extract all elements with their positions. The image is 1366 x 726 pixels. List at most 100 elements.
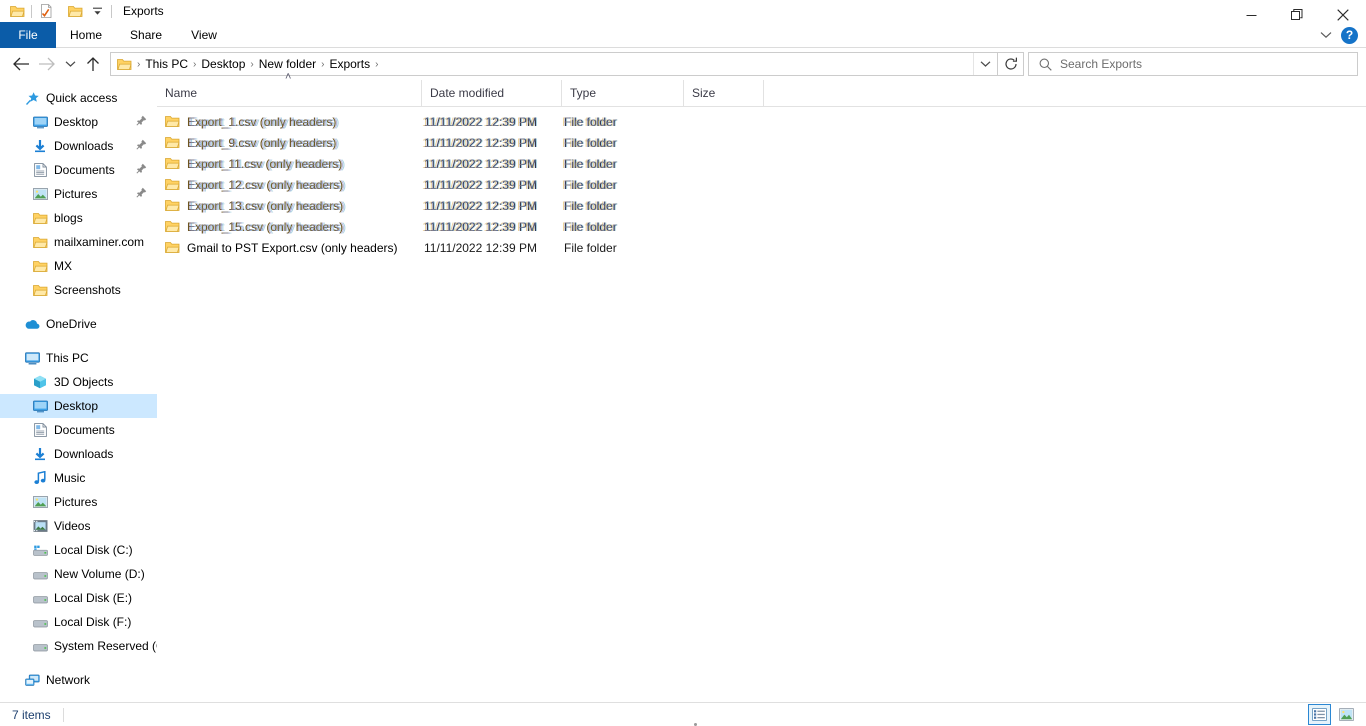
file-name-cell[interactable]: Export_1.csv (only headers) (157, 114, 422, 130)
tab-file[interactable]: File (0, 22, 56, 48)
sidebar-item-desktop-qa[interactable]: Desktop (0, 110, 157, 134)
sidebar-item-label: Pictures (54, 187, 98, 201)
back-button[interactable] (8, 51, 34, 77)
sidebar-item-documents-qa[interactable]: Documents (0, 158, 157, 182)
table-row[interactable]: Export_12.csv (only headers) 11/11/2022 … (157, 174, 1366, 195)
pin-icon[interactable] (136, 163, 148, 175)
desktop-icon (32, 114, 48, 130)
sidebar-item-local-disk-c[interactable]: Local Disk (C:) (0, 538, 157, 562)
table-row[interactable]: Export_15.csv (only headers) 11/11/2022 … (157, 216, 1366, 237)
file-name-label: Export_11.csv (only headers) (187, 157, 344, 172)
sidebar-item-mx[interactable]: MX (0, 254, 157, 278)
column-header-size[interactable]: Size (684, 80, 764, 106)
new-folder-icon[interactable] (64, 1, 86, 21)
large-icons-view-button[interactable] (1335, 704, 1358, 725)
folder-icon[interactable] (6, 1, 28, 21)
details-view-button[interactable] (1308, 704, 1331, 725)
file-name-cell[interactable]: Export_11.csv (only headers) (157, 156, 422, 172)
column-header-date-modified[interactable]: Date modified (422, 80, 562, 106)
folder-icon (165, 177, 181, 193)
pin-icon[interactable] (136, 187, 148, 199)
table-row[interactable]: Export_13.csv (only headers) 11/11/2022 … (157, 195, 1366, 216)
file-type-cell: File folder (562, 199, 684, 213)
sidebar-group-network[interactable]: Network (0, 668, 157, 692)
column-header-row: Name ˄ Date modified Type Size (157, 72, 1366, 107)
recent-locations-icon[interactable] (60, 51, 80, 77)
folder-icon (165, 198, 181, 214)
breadcrumb-separator-4[interactable]: › (374, 59, 379, 70)
sidebar-item-label: mailxaminer.com (54, 235, 145, 249)
sidebar-item-new-volume-d[interactable]: New Volume (D:) (0, 562, 157, 586)
file-name-cell[interactable]: Export_12.csv (only headers) (157, 177, 422, 193)
file-name-cell[interactable]: Gmail to PST Export.csv (only headers) (157, 240, 422, 256)
address-input[interactable]: › This PC › Desktop › New folder › Expor… (110, 52, 998, 76)
sidebar-item-blogs[interactable]: blogs (0, 206, 157, 230)
sidebar-item-pictures-qa[interactable]: Pictures (0, 182, 157, 206)
file-date-cell: 11/11/2022 12:39 PM (422, 136, 562, 150)
quick-access-toolbar (0, 0, 115, 22)
sidebar-item-local-disk-e[interactable]: Local Disk (E:) (0, 586, 157, 610)
search-box[interactable]: Search Exports (1028, 52, 1358, 76)
breadcrumb-item-exports[interactable]: Exports (325, 57, 374, 71)
tab-view[interactable]: View (176, 22, 232, 48)
breadcrumb-item-desktop[interactable]: Desktop (197, 57, 249, 71)
up-button[interactable] (80, 51, 106, 77)
pin-icon[interactable] (136, 139, 148, 151)
address-dropdown-icon[interactable] (973, 53, 997, 75)
sidebar-item-label: Pictures (54, 495, 98, 509)
properties-icon[interactable] (35, 1, 57, 21)
breadcrumb-item-new-folder[interactable]: New folder (255, 57, 320, 71)
sidebar-item-3d-objects[interactable]: 3D Objects (0, 370, 157, 394)
downloads-icon (32, 446, 48, 462)
chevron-down-icon[interactable] (1315, 24, 1337, 46)
table-row[interactable]: Gmail to PST Export.csv (only headers) 1… (157, 237, 1366, 258)
sidebar-item-screenshots[interactable]: Screenshots (0, 278, 157, 302)
sidebar-item-music[interactable]: Music (0, 466, 157, 490)
tab-share[interactable]: Share (116, 22, 176, 48)
sidebar-group-quick-access[interactable]: Quick access (0, 86, 157, 110)
sidebar-item-desktop[interactable]: Desktop (0, 394, 157, 418)
sidebar-item-mailxaminer[interactable]: mailxaminer.com (0, 230, 157, 254)
customize-qat-dropdown-icon[interactable] (86, 1, 108, 21)
refresh-icon[interactable] (998, 52, 1024, 76)
sidebar-item-local-disk-f[interactable]: Local Disk (F:) (0, 610, 157, 634)
sidebar-item-label: Documents (54, 163, 115, 177)
file-explorer-window: Exports File Home Share View ? › This PC… (0, 0, 1366, 726)
file-name-cell[interactable]: Export_15.csv (only headers) (157, 219, 422, 235)
sidebar-item-documents[interactable]: Documents (0, 418, 157, 442)
column-header-size-label: Size (692, 86, 716, 100)
sidebar-group-onedrive[interactable]: OneDrive (0, 312, 157, 336)
item-count-label: 7 items (12, 707, 51, 722)
sidebar-item-label: Local Disk (E:) (54, 591, 133, 605)
sidebar-item-videos[interactable]: Videos (0, 514, 157, 538)
column-header-name[interactable]: Name ˄ (157, 72, 422, 106)
qat-divider (31, 4, 32, 18)
column-header-type[interactable]: Type (562, 80, 684, 106)
sidebar-item-pictures[interactable]: Pictures (0, 490, 157, 514)
file-date-cell: 11/11/2022 12:39 PM (422, 178, 562, 192)
sidebar-item-system-reserved-g[interactable]: System Reserved (G (0, 634, 157, 658)
sidebar-group-this-pc[interactable]: This PC (0, 346, 157, 370)
desktop-icon (32, 398, 48, 414)
sidebar-item-downloads-qa[interactable]: Downloads (0, 134, 157, 158)
pin-icon[interactable] (136, 115, 148, 127)
search-input[interactable]: Search Exports (1060, 57, 1142, 71)
column-header-name-label: Name (165, 86, 198, 100)
breadcrumb-item-this-pc[interactable]: This PC (141, 57, 192, 71)
onedrive-icon (24, 316, 40, 332)
folder-icon (32, 282, 48, 298)
sidebar-group-label: OneDrive (46, 317, 97, 331)
address-bar-row: › This PC › Desktop › New folder › Expor… (0, 48, 1366, 80)
drive-icon (32, 614, 48, 630)
sidebar-item-downloads[interactable]: Downloads (0, 442, 157, 466)
table-row[interactable]: Export_1.csv (only headers) 11/11/2022 1… (157, 111, 1366, 132)
file-name-cell[interactable]: Export_13.csv (only headers) (157, 198, 422, 214)
table-row[interactable]: Export_9.csv (only headers) 11/11/2022 1… (157, 132, 1366, 153)
file-name-cell[interactable]: Export_9.csv (only headers) (157, 135, 422, 151)
ribbon-tab-bar: File Home Share View ? (0, 22, 1366, 48)
help-icon[interactable]: ? (1341, 26, 1358, 44)
table-row[interactable]: Export_11.csv (only headers) 11/11/2022 … (157, 153, 1366, 174)
tab-home[interactable]: Home (56, 22, 116, 48)
pictures-icon (32, 494, 48, 510)
